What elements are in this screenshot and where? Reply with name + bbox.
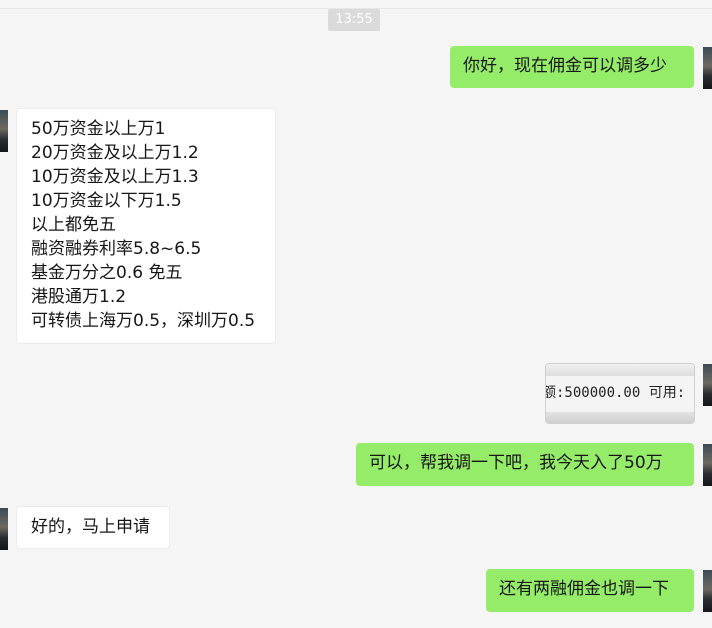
message-bubble-outgoing[interactable]: 可以，帮我调一下吧，我今天入了50万 [356,443,694,486]
message-line: 10万资金及以上万1.3 [31,167,199,187]
message-line: 港股通万1.2 [31,287,127,307]
image-message[interactable]: 额:500000.00 可用: [545,363,695,424]
message-timestamp: 13:55 [328,9,380,31]
my-avatar[interactable] [703,364,712,406]
message-bubble-outgoing[interactable]: 还有两融佣金也调一下 [486,569,694,612]
message-line: 融资融券利率5.8~6.5 [31,239,202,259]
message-bubble-incoming[interactable]: 50万资金以上万1 20万资金及以上万1.2 10万资金及以上万1.3 10万资… [16,108,276,344]
message-line: 10万资金以下万1.5 [31,191,182,211]
image-bottom-band [546,412,694,423]
my-avatar[interactable] [703,47,712,89]
message-line: 以上都免五 [31,215,116,235]
message-bubble-incoming[interactable]: 好的，马上申请 [16,506,170,549]
message-line: 50万资金以上万1 [31,119,166,139]
my-avatar[interactable] [703,570,712,612]
image-caption-text: 额:500000.00 可用: [545,385,686,401]
message-line: 可转债上海万0.5，深圳万0.5 [31,311,256,331]
contact-avatar[interactable] [0,110,8,152]
message-bubble-outgoing[interactable]: 你好，现在佣金可以调多少 [450,46,694,88]
message-line: 20万资金及以上万1.2 [31,143,199,163]
image-top-band [546,364,694,376]
my-avatar[interactable] [703,444,712,486]
contact-avatar[interactable] [0,508,8,550]
message-line: 基金万分之0.6 免五 [31,263,183,283]
